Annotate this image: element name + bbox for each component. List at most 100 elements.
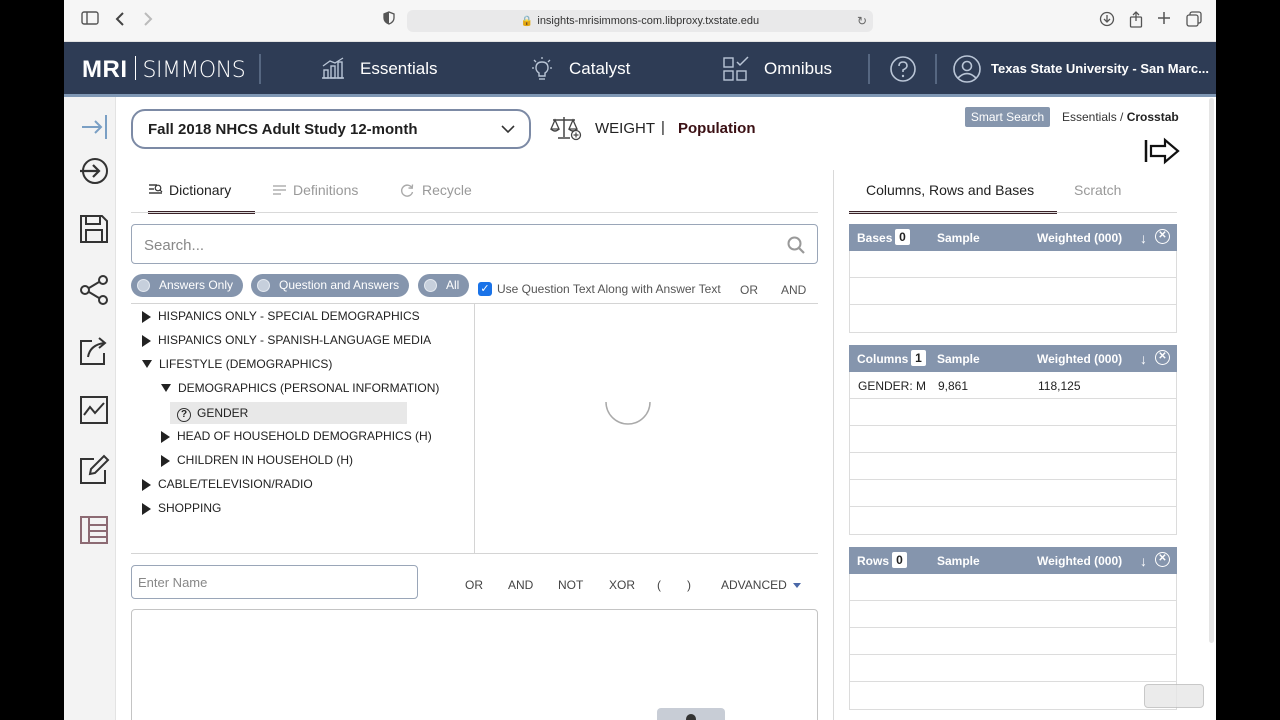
chart-icon[interactable] (78, 394, 110, 426)
share-icon[interactable] (1126, 11, 1146, 31)
op-or[interactable]: OR (465, 578, 483, 592)
tree-item[interactable]: DEMOGRAPHICS (PERSONAL INFORMATION) (161, 377, 439, 399)
save-icon[interactable] (78, 213, 110, 245)
columns-sample-header[interactable]: Sample (937, 352, 980, 366)
close-icon[interactable]: ✕ (1155, 552, 1170, 567)
tabs-overview-icon[interactable] (1184, 11, 1204, 31)
list-item[interactable] (850, 426, 1176, 453)
nav-catalyst[interactable]: Catalyst (529, 54, 630, 84)
enter-name-input[interactable] (131, 565, 418, 599)
list-item[interactable] (850, 628, 1176, 655)
bases-sample-header[interactable]: Sample (937, 231, 980, 245)
caret-right-icon[interactable] (161, 454, 170, 467)
close-icon[interactable]: ✕ (1155, 229, 1170, 244)
op-xor[interactable]: XOR (609, 578, 635, 592)
export-icon[interactable] (78, 335, 110, 367)
user-avatar-icon[interactable] (952, 54, 982, 84)
sort-down-icon[interactable]: ↓ (1140, 230, 1147, 246)
weight-value[interactable]: Population (678, 120, 756, 137)
caret-right-icon[interactable] (142, 310, 151, 323)
smart-search-button[interactable]: Smart Search (965, 107, 1050, 127)
overlay-controls[interactable] (1144, 684, 1204, 708)
op-close-paren[interactable]: ) (687, 578, 691, 592)
tab-recycle[interactable]: Recycle (400, 182, 472, 214)
sidebar-icon[interactable] (80, 11, 100, 31)
forward-icon[interactable] (138, 11, 158, 31)
caret-right-icon[interactable] (142, 478, 151, 491)
tree-item-selected[interactable]: ? GENDER (170, 402, 407, 424)
arrow-right-icon[interactable] (1144, 137, 1182, 165)
question-and-answers-toggle[interactable]: Question and Answers (251, 274, 410, 297)
list-item[interactable] (850, 453, 1176, 480)
list-item[interactable] (850, 574, 1176, 601)
edit-icon[interactable] (78, 454, 110, 486)
expand-panel-icon[interactable] (78, 111, 110, 143)
share-nodes-icon[interactable] (78, 274, 110, 306)
mri-simmons-logo[interactable]: MRI SIMMONS (82, 56, 246, 84)
all-toggle[interactable]: All (418, 274, 470, 297)
expression-editor[interactable] (131, 609, 818, 720)
new-tab-icon[interactable] (1154, 11, 1174, 31)
tree-item[interactable]: HEAD OF HOUSEHOLD DEMOGRAPHICS (H) (161, 425, 432, 447)
advanced-dropdown[interactable]: ADVANCED (721, 578, 801, 592)
filter-or[interactable]: OR (740, 283, 758, 297)
study-dropdown[interactable]: Fall 2018 NHCS Adult Study 12-month (131, 109, 531, 149)
search-icon[interactable] (787, 236, 805, 254)
rows-list[interactable] (849, 574, 1177, 710)
list-item[interactable] (850, 278, 1176, 305)
tab-dictionary[interactable]: Dictionary (148, 182, 255, 214)
close-icon[interactable]: ✕ (1155, 350, 1170, 365)
filter-and[interactable]: AND (781, 283, 806, 297)
list-item[interactable] (850, 682, 1176, 709)
rows-sample-header[interactable]: Sample (937, 554, 980, 568)
reload-icon[interactable]: ↻ (857, 10, 867, 32)
tab-scratch[interactable]: Scratch (1074, 182, 1121, 214)
op-open-paren[interactable]: ( (657, 578, 661, 592)
breadcrumb-essentials[interactable]: Essentials (1062, 110, 1117, 124)
open-icon[interactable] (78, 155, 110, 187)
bottom-drawer-handle[interactable] (657, 708, 725, 720)
table-row[interactable]: GENDER: M 9,861 118,125 (850, 372, 1176, 399)
bases-weighted-header[interactable]: Weighted (000) (1037, 231, 1122, 245)
op-and[interactable]: AND (508, 578, 533, 592)
address-bar[interactable]: 🔒 insights-mrisimmons-com.libproxy.txstat… (407, 10, 873, 32)
caret-right-icon[interactable] (142, 334, 151, 347)
table-icon[interactable] (78, 514, 110, 546)
bases-list[interactable] (849, 251, 1177, 333)
downloads-icon[interactable] (1097, 11, 1117, 31)
scale-icon[interactable] (550, 114, 582, 142)
list-item[interactable] (850, 305, 1176, 332)
search-input[interactable] (144, 234, 764, 256)
tab-columns-rows-bases[interactable]: Columns, Rows and Bases (849, 182, 1057, 214)
op-not[interactable]: NOT (558, 578, 583, 592)
page-scrollbar[interactable] (1209, 98, 1214, 643)
tree-item[interactable]: CHILDREN IN HOUSEHOLD (H) (161, 449, 353, 471)
tree-item[interactable]: HISPANICS ONLY - SPECIAL DEMOGRAPHICS (142, 305, 420, 327)
answers-only-toggle[interactable]: Answers Only (131, 274, 244, 297)
caret-down-icon[interactable] (161, 383, 171, 392)
list-item[interactable] (850, 251, 1176, 278)
list-item[interactable] (850, 601, 1176, 628)
back-icon[interactable] (110, 11, 130, 31)
tree-item[interactable]: CABLE/TELEVISION/RADIO (142, 473, 313, 495)
caret-right-icon[interactable] (161, 430, 170, 443)
columns-list[interactable]: GENDER: M 9,861 118,125 (849, 372, 1177, 535)
caret-down-icon[interactable] (142, 359, 152, 368)
rows-weighted-header[interactable]: Weighted (000) (1037, 554, 1122, 568)
help-icon[interactable] (889, 55, 917, 83)
list-item[interactable] (850, 399, 1176, 426)
columns-weighted-header[interactable]: Weighted (000) (1037, 352, 1122, 366)
list-item[interactable] (850, 480, 1176, 507)
list-item[interactable] (850, 655, 1176, 682)
tab-definitions[interactable]: Definitions (272, 182, 358, 214)
privacy-shield-icon[interactable] (379, 11, 399, 31)
list-item[interactable] (850, 507, 1176, 534)
tree-item[interactable]: SHOPPING (142, 497, 221, 519)
nav-essentials[interactable]: Essentials (320, 54, 437, 84)
sort-down-icon[interactable]: ↓ (1140, 351, 1147, 367)
user-name[interactable]: Texas State University - San Marc... (991, 61, 1209, 76)
tree-item[interactable]: LIFESTYLE (DEMOGRAPHICS) (142, 353, 332, 375)
use-question-text-checkbox[interactable]: ✓ Use Question Text Along with Answer Tex… (478, 282, 721, 296)
nav-omnibus[interactable]: Omnibus (722, 54, 832, 84)
tree-item[interactable]: HISPANICS ONLY - SPANISH-LANGUAGE MEDIA (142, 329, 431, 351)
